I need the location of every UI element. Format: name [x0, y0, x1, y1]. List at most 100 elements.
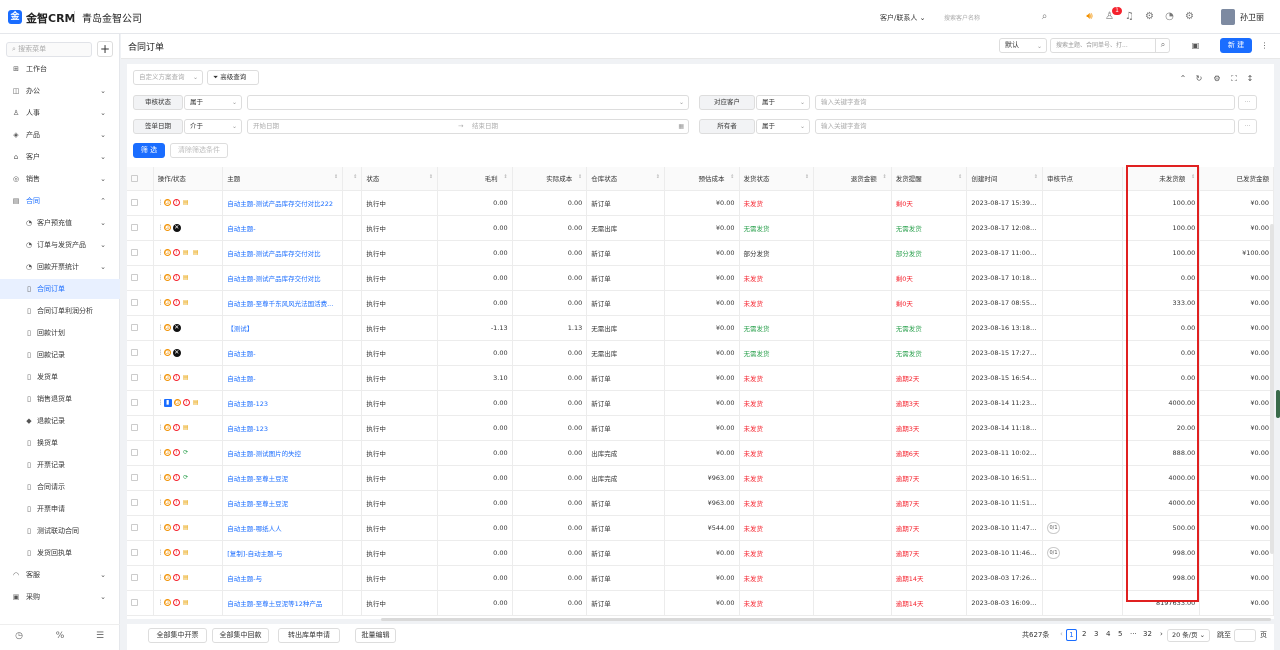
row-checkbox[interactable] — [131, 299, 138, 306]
sort-icon[interactable]: ⇕ — [503, 174, 507, 180]
document-icon[interactable]: ▤ — [182, 274, 190, 282]
row-checkbox[interactable] — [131, 199, 138, 206]
row-checkbox[interactable] — [131, 499, 138, 506]
brand-name[interactable]: 金智CRM — [26, 10, 76, 26]
row-checkbox[interactable] — [131, 449, 138, 456]
close-icon[interactable]: ✕ — [172, 349, 181, 357]
batch-payment-button[interactable]: 全部集中回款 — [212, 628, 269, 643]
row-select-cell[interactable] — [127, 390, 154, 416]
row-checkbox[interactable] — [131, 549, 138, 556]
sidebar-item[interactable]: ▯ 开票申请 — [0, 499, 120, 519]
alert-icon[interactable]: ! — [172, 499, 180, 506]
page-3[interactable]: 3 — [1094, 630, 1098, 638]
row-select-cell[interactable] — [127, 365, 154, 391]
row-checkbox[interactable] — [131, 349, 138, 356]
goto-page-input[interactable] — [1234, 629, 1256, 642]
document-icon[interactable]: ▤ — [182, 299, 190, 307]
more-vertical-icon[interactable]: ⋮ — [158, 249, 164, 257]
percent-icon[interactable]: % — [53, 631, 67, 641]
select-all-checkbox[interactable] — [131, 174, 138, 182]
table-row[interactable]: ⋮⊙! ▤ 自动主题-至尊土豆泥等12种产品 执行中 0.00 0.00 新订单 ¥0.00 未… — [127, 590, 1274, 616]
sidebar-item[interactable]: ▯ 销售退货单 — [0, 389, 120, 409]
col-profit[interactable]: 毛利 ⇕ — [437, 167, 513, 191]
save-icon[interactable]: ▣ — [1188, 38, 1203, 53]
document-icon[interactable]: ▤ — [182, 199, 190, 207]
document-icon[interactable]: ▤ — [182, 499, 190, 507]
sort-icon[interactable]: ⇕ — [805, 174, 809, 180]
more-vertical-icon[interactable]: ⋮ — [1257, 38, 1272, 53]
sidebar-item[interactable]: ◆ 退款记录 — [0, 411, 120, 431]
chevron-icon[interactable]: ⌄ — [100, 125, 106, 145]
more-vertical-icon[interactable]: ⋮ — [158, 374, 164, 382]
sidebar-item[interactable]: ⊞ 工作台 — [0, 59, 120, 79]
clock-icon[interactable]: ⊙ — [163, 549, 171, 556]
page-2[interactable]: 2 — [1082, 630, 1086, 638]
clear-filter-button[interactable]: 清除筛选条件 — [170, 143, 228, 158]
avatar[interactable] — [1221, 9, 1235, 25]
owner-operator[interactable]: 属于 ⌄ — [756, 119, 810, 134]
sort-icon[interactable]: ⇕ — [730, 174, 734, 180]
subject-link[interactable]: 自动主题-测试产品库存交付对比222 — [222, 190, 344, 216]
gear-icon[interactable]: ⚙ — [1183, 10, 1196, 23]
row-select-cell[interactable] — [127, 440, 154, 466]
alert-icon[interactable]: ! — [172, 449, 180, 456]
row-select-cell[interactable] — [127, 415, 154, 441]
sidebar-item[interactable]: ◫ 办公 ⌄ — [0, 81, 120, 101]
clock-icon[interactable]: ⊙ — [163, 199, 171, 206]
fullscreen-icon[interactable]: ⛶ — [1229, 74, 1239, 84]
more-vertical-icon[interactable]: ⋮ — [158, 499, 164, 507]
col-actual-cost[interactable]: 实际成本 ⇕ — [512, 167, 588, 191]
date-range-input[interactable]: 开始日期 → 结束日期 ▦ — [247, 119, 689, 134]
sort-icon[interactable]: ⇕ — [1034, 174, 1038, 180]
more-button[interactable]: ··· — [1238, 119, 1257, 134]
history-icon[interactable]: ◷ — [12, 631, 26, 641]
row-select-cell[interactable] — [127, 265, 154, 291]
clock-icon[interactable]: ⊙ — [163, 574, 171, 581]
subject-link[interactable]: 自动主题-测试产品库存交付对比 — [222, 240, 344, 266]
more-vertical-icon[interactable]: ⋮ — [158, 299, 164, 307]
chevron-icon[interactable]: ⌄ — [100, 169, 106, 189]
alert-icon[interactable]: ! — [172, 199, 180, 206]
audit-node-badge[interactable]: 0/1 — [1047, 546, 1060, 559]
clock-icon[interactable]: ⊙ — [163, 474, 171, 481]
clock-icon[interactable]: ⊙ — [163, 599, 171, 606]
audit-status-value-select[interactable]: ⌄ — [247, 95, 689, 110]
more-vertical-icon[interactable]: ⋮ — [158, 324, 164, 332]
table-row[interactable]: ⋮⊙! ▤ 自动主题-测试产品库存交付对比222 执行中 0.00 0.00 新订单 ¥0.0… — [127, 190, 1274, 216]
row-checkbox[interactable] — [131, 224, 138, 231]
table-row[interactable]: ⋮⊙! ▤ 自动主题-测试产品库存交付对比 执行中 0.00 0.00 新订单 ¥0.00 未发… — [127, 265, 1274, 291]
document-icon[interactable]: ▤ — [182, 524, 190, 532]
alert-icon[interactable]: ! — [182, 399, 190, 406]
more-vertical-icon[interactable]: ⋮ — [158, 474, 164, 482]
table-row[interactable]: ⋮⊙! ▤ 自动主题-与 执行中 0.00 0.00 新订单 ¥0.00 未发货 逾期14天 202… — [127, 565, 1274, 591]
search-icon[interactable]: ⌕ — [1038, 10, 1051, 23]
col-status[interactable]: 状态 ⇕ — [361, 167, 439, 191]
sort-icon[interactable]: ⇕ — [334, 174, 338, 180]
chevron-icon[interactable]: ⌄ — [100, 257, 106, 277]
sidebar-item[interactable]: ▯ 换货单 — [0, 433, 120, 453]
sidebar-item[interactable]: ◎ 销售 ⌄ — [0, 169, 120, 189]
col-shipping-reminder[interactable]: 发货提醒 ⇕ — [891, 167, 968, 191]
table-row[interactable]: ⋮⊙! ▤ 自动主题-至尊土豆泥 执行中 0.00 0.00 新订单 ¥963.00 未发货 逾期… — [127, 490, 1274, 516]
settings-icon[interactable]: ⚙ — [1212, 74, 1222, 83]
clock-icon[interactable]: ⊙ — [163, 424, 171, 431]
col-return-amount[interactable]: 退货金额 ⇕ — [813, 167, 892, 191]
owner-keyword-input[interactable]: 输入关键字查询 — [815, 119, 1235, 134]
row-checkbox[interactable] — [131, 324, 138, 331]
row-select-cell[interactable] — [127, 465, 154, 491]
row-select-cell[interactable] — [127, 315, 154, 341]
sort-icon[interactable]: ⇕ — [353, 174, 357, 180]
subject-link[interactable]: 自动主题-至尊土豆泥 — [222, 490, 344, 516]
sort-icon[interactable]: ⇕ — [958, 174, 962, 180]
settings-icon[interactable]: ⚙ — [1143, 10, 1156, 23]
col-created-time[interactable]: 创建时间 ⇕ — [966, 167, 1043, 191]
more-button[interactable]: ··· — [1238, 95, 1257, 110]
row-select-cell[interactable] — [127, 290, 154, 316]
pie-chart-icon[interactable]: ◔ — [1163, 10, 1176, 23]
subject-link[interactable]: 自动主题- — [222, 215, 344, 241]
clock-icon[interactable]: ⊙ — [163, 224, 171, 231]
sidebar-item[interactable]: ◈ 产品 ⌄ — [0, 125, 120, 145]
close-icon[interactable]: ✕ — [172, 324, 181, 332]
alert-icon[interactable]: ! — [172, 549, 180, 556]
row-checkbox[interactable] — [131, 374, 138, 381]
